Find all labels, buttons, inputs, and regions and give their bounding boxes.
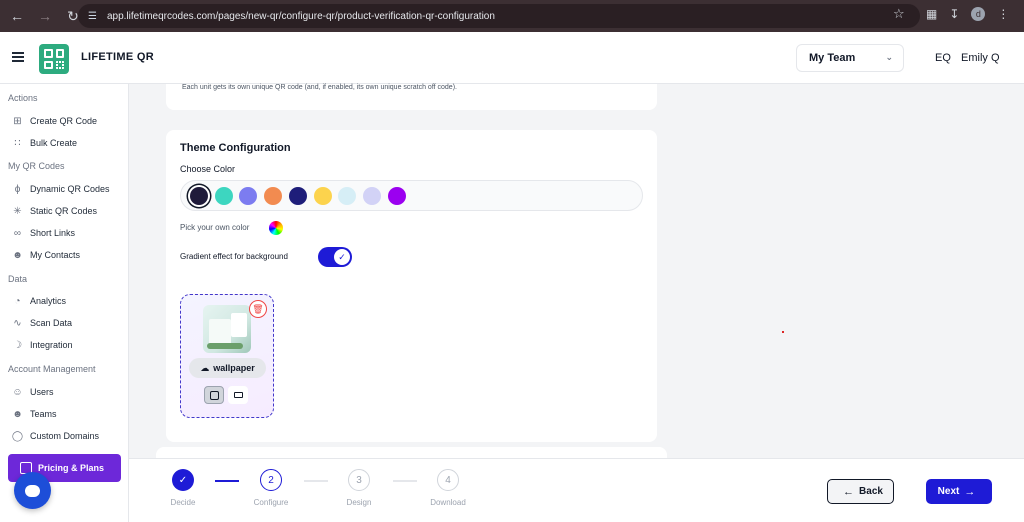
step-2-circle[interactable]: 2 — [260, 469, 282, 491]
step-4-circle[interactable]: 4 — [437, 469, 459, 491]
step-4-label: Download — [430, 498, 466, 507]
menu-kebab-icon[interactable]: ⋮ — [997, 7, 1009, 21]
color-swatch[interactable] — [190, 187, 208, 205]
chevron-down-icon: ⌄ — [885, 52, 893, 62]
chat-support-button[interactable] — [14, 472, 51, 509]
sidebar-item-short-links[interactable]: ∞ Short Links — [12, 226, 75, 240]
theme-title: Theme Configuration — [180, 142, 291, 154]
units-description: Each unit gets its own unique QR code (a… — [182, 84, 457, 91]
section-account-management: Account Management — [8, 364, 96, 374]
shield-icon: ◯ — [11, 430, 24, 442]
user-initials[interactable]: EQ — [935, 52, 951, 64]
activity-icon: ∿ — [13, 317, 22, 329]
sidebar-item-users[interactable]: ☺ Users — [12, 385, 53, 399]
sidebar: Actions ⊞ Create QR Code ∷ Bulk Create My … — [0, 84, 129, 522]
color-wheel-icon[interactable] — [269, 221, 283, 235]
check-icon: ✓ — [334, 249, 350, 265]
browser-toolbar: ← → ↻ ☰ app.lifetimeqrcodes.com/pages/ne… — [0, 0, 1024, 32]
section-data: Data — [8, 274, 28, 284]
wallpaper-thumbnail — [203, 305, 251, 353]
wallpaper-upload-box[interactable]: 🗑 ☁ wallpaper — [180, 294, 274, 418]
brand-name: LIFETIME QR — [81, 51, 154, 63]
pie-chart-icon: ◔ — [14, 295, 21, 307]
check-icon: ✓ — [178, 474, 188, 486]
sidebar-item-teams[interactable]: ☻ Teams — [12, 407, 56, 421]
color-swatch[interactable] — [214, 187, 233, 205]
fit-wide-button[interactable] — [228, 386, 248, 404]
square-icon — [209, 390, 219, 400]
user-name[interactable]: Emily Q — [961, 52, 1000, 64]
step-connector — [215, 480, 239, 482]
step-1-circle[interactable]: ✓ — [172, 469, 194, 491]
sidebar-item-integration[interactable]: ☽ Integration — [12, 338, 73, 352]
color-swatch[interactable] — [288, 187, 307, 205]
step-1-label: Decide — [170, 498, 196, 507]
team-select-value: My Team — [809, 52, 856, 64]
team-select[interactable]: My Team ⌄ — [796, 44, 904, 72]
forward-arrow-icon[interactable]: → — [34, 5, 56, 27]
step-connector — [393, 480, 417, 482]
section-my-qr-codes: My QR Codes — [8, 161, 65, 171]
profile-avatar[interactable]: d — [971, 7, 986, 21]
stepper-bar: ✓ Decide 2 Configure 3 Design 4 Download… — [129, 458, 1024, 522]
bookmark-star-icon[interactable]: ☆ — [893, 6, 905, 22]
address-bar[interactable]: ☰ app.lifetimeqrcodes.com/pages/new-qr/c… — [78, 4, 920, 28]
sidebar-item-scan-data[interactable]: ∿ Scan Data — [12, 316, 72, 330]
step-3-label: Design — [346, 498, 372, 507]
sidebar-item-create-qr[interactable]: ⊞ Create QR Code — [12, 114, 97, 128]
color-swatch[interactable] — [362, 187, 381, 205]
choose-color-label: Choose Color — [180, 164, 236, 174]
grid-icon: ∷ — [14, 137, 21, 149]
section-actions: Actions — [8, 93, 38, 103]
url-text: app.lifetimeqrcodes.com/pages/new-qr/con… — [106, 10, 495, 22]
next-button[interactable]: Next → — [926, 479, 992, 504]
color-swatch[interactable] — [239, 187, 258, 205]
trash-icon[interactable]: 🗑 — [249, 300, 267, 318]
site-settings-icon[interactable]: ☰ — [88, 11, 97, 22]
sidebar-item-dynamic-qr[interactable]: ϕ Dynamic QR Codes — [12, 182, 110, 196]
cloud-upload-icon: ☁ — [200, 362, 210, 373]
pick-own-color-label: Pick your own color — [180, 223, 250, 232]
arrow-right-icon: → — [964, 485, 976, 498]
back-button[interactable]: ← Back — [827, 479, 894, 504]
rectangle-icon — [233, 392, 243, 398]
plus-square-icon: ⊞ — [13, 115, 22, 127]
user-plus-icon: ☺ — [12, 386, 23, 398]
units-info-card: Each unit gets its own unique QR code (a… — [166, 84, 657, 110]
step-3-circle[interactable]: 3 — [348, 469, 370, 491]
gradient-toggle[interactable]: ✓ — [318, 247, 352, 267]
color-swatch[interactable] — [313, 187, 332, 205]
gradient-label: Gradient effect for background — [180, 252, 288, 261]
sidebar-item-static-qr[interactable]: ✳ Static QR Codes — [12, 204, 97, 218]
color-swatch[interactable] — [264, 187, 283, 205]
lightning-icon: ϕ — [14, 183, 21, 195]
sidebar-item-analytics[interactable]: ◔ Analytics — [12, 294, 66, 308]
upload-wallpaper-button[interactable]: ☁ wallpaper — [189, 358, 266, 378]
hamburger-menu-icon[interactable] — [12, 52, 24, 62]
team-icon: ☻ — [12, 408, 23, 420]
brand-logo-icon — [39, 44, 69, 74]
theme-configuration-card: Theme Configuration Choose Color Pick yo… — [166, 130, 657, 442]
sidebar-item-custom-domains[interactable]: ◯ Custom Domains — [12, 429, 99, 443]
color-swatch-row — [180, 180, 643, 211]
chat-bubble-icon — [25, 484, 40, 497]
step-2-label: Configure — [253, 498, 289, 507]
sidebar-item-my-contacts[interactable]: ☻ My Contacts — [12, 248, 80, 262]
contacts-icon: ☻ — [12, 249, 23, 261]
step-connector — [304, 480, 328, 482]
color-swatch[interactable] — [338, 187, 357, 205]
plug-icon: ☽ — [13, 339, 22, 351]
download-icon[interactable]: ↧ — [949, 7, 959, 21]
cursor-dot — [782, 331, 784, 333]
color-swatch[interactable] — [387, 187, 406, 205]
app-header: LIFETIME QR My Team ⌄ EQ Emily Q — [0, 32, 1024, 84]
arrow-left-icon: ← — [843, 485, 855, 498]
extensions-icon[interactable]: ▦ — [926, 7, 937, 21]
link-icon: ∞ — [13, 227, 22, 239]
sidebar-item-bulk-create[interactable]: ∷ Bulk Create — [12, 136, 77, 150]
sparkle-icon: ✳ — [13, 205, 22, 217]
fit-square-button[interactable] — [204, 386, 224, 404]
back-arrow-icon[interactable]: ← — [6, 5, 28, 27]
